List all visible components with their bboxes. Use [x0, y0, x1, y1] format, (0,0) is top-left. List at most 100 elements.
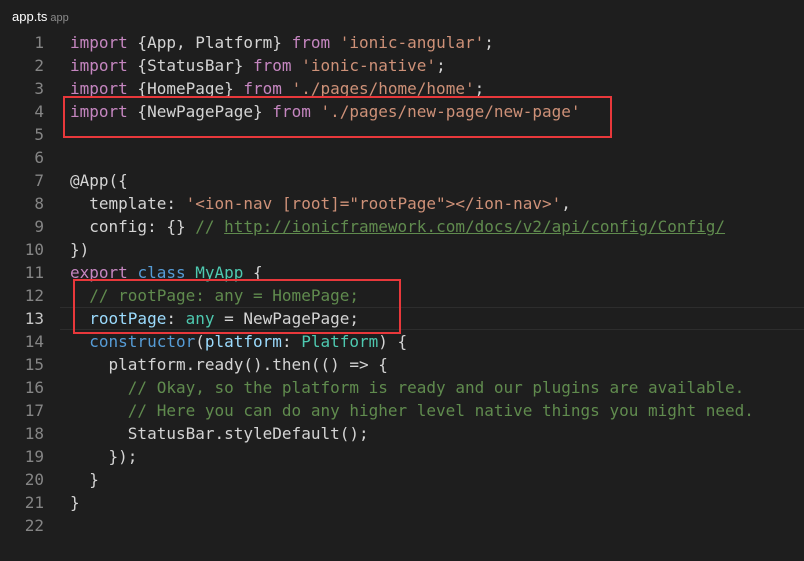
line-text: }	[70, 491, 80, 514]
line-text: });	[70, 445, 138, 468]
code-line[interactable]: 16 // Okay, so the platform is ready and…	[0, 376, 804, 399]
code-token: ,	[561, 194, 571, 213]
code-token: 'ionic-angular'	[339, 33, 485, 52]
code-token: class	[137, 263, 186, 282]
code-token: platform	[204, 332, 282, 351]
code-token: StatusBar.styleDefault();	[70, 424, 369, 443]
line-number: 7	[34, 171, 44, 190]
code-line[interactable]: 2 import {StatusBar} from 'ionic-native';	[0, 54, 804, 77]
code-token: (	[195, 332, 205, 351]
line-text: constructor(platform: Platform) {	[70, 330, 407, 353]
code-token: constructor	[89, 332, 196, 351]
line-number: 3	[34, 79, 44, 98]
editor-tab-bar: app.ts app	[0, 0, 804, 30]
code-token: '<ion-nav [root]="rootPage"></ion-nav>'	[185, 194, 562, 213]
line-text: })	[70, 238, 89, 261]
code-token: from	[272, 102, 311, 121]
code-line[interactable]: 21}	[0, 491, 804, 514]
code-line[interactable]: 6	[0, 146, 804, 169]
line-number: 18	[24, 424, 44, 443]
code-token: {NewPagePage}	[127, 102, 273, 121]
line-number: 1	[34, 33, 44, 52]
line-number: 9	[34, 217, 44, 236]
line-text: export class MyApp {	[70, 261, 263, 284]
line-text: import {App, Platform} from 'ionic-angul…	[70, 31, 494, 54]
code-line[interactable]: 8 template: '<ion-nav [root]="rootPage">…	[0, 192, 804, 215]
code-token: @App({	[70, 171, 128, 190]
code-token: // Here you can do any higher level nati…	[127, 401, 754, 420]
code-token: }	[70, 470, 99, 489]
code-token: rootPage	[89, 309, 167, 328]
code-line[interactable]: 7 @App({	[0, 169, 804, 192]
line-text: }	[70, 468, 99, 491]
code-line[interactable]: 3 import {HomePage} from './pages/home/ho…	[0, 77, 804, 100]
code-token: any	[185, 309, 215, 328]
line-number: 11	[24, 263, 44, 282]
line-number: 13	[24, 309, 44, 328]
line-text: import {StatusBar} from 'ionic-native';	[70, 54, 446, 77]
code-token: });	[70, 447, 138, 466]
code-token: {	[243, 263, 263, 282]
code-token: ) {	[378, 332, 408, 351]
code-line[interactable]: 9 config: {} // http://ionicframework.co…	[0, 215, 804, 238]
code-line[interactable]: 15 platform.ready().then(() => {	[0, 353, 804, 376]
code-line[interactable]: 14 constructor(platform: Platform) {	[0, 330, 804, 353]
code-line[interactable]: 4 import {NewPagePage} from './pages/new-…	[0, 100, 804, 123]
code-line[interactable]: 5	[0, 123, 804, 146]
code-line[interactable]: 12 // rootPage: any = HomePage;	[0, 284, 804, 307]
code-token: export	[70, 263, 128, 282]
line-number: 5	[34, 125, 44, 144]
line-text: platform.ready().then(() => {	[70, 353, 388, 376]
code-line[interactable]: 13 rootPage: any = NewPagePage;	[0, 307, 804, 330]
code-token: //	[195, 217, 225, 236]
line-number: 17	[24, 401, 44, 420]
line-text: StatusBar.styleDefault();	[70, 422, 369, 445]
code-token: ;	[484, 33, 494, 52]
line-text: // Here you can do any higher level nati…	[70, 399, 754, 422]
file-tab[interactable]: app.ts app	[12, 8, 69, 26]
line-number: 16	[24, 378, 44, 397]
tab-filename: app.ts	[12, 9, 48, 24]
code-token: from	[291, 33, 331, 52]
code-token: ;	[474, 79, 485, 98]
code-token: Platform	[301, 332, 379, 351]
code-token: './pages/new-page/new-page'	[320, 102, 581, 121]
code-editor[interactable]: app.ts app 1 import {App, Platform} from '…	[0, 0, 804, 561]
line-number: 21	[24, 493, 44, 512]
line-number: 22	[24, 516, 44, 535]
line-number: 6	[34, 148, 44, 167]
code-token: ;	[436, 56, 446, 75]
code-token: // Okay, so the platform is ready and ou…	[127, 378, 745, 397]
line-number: 2	[34, 56, 44, 75]
line-text: template: '<ion-nav [root]="rootPage"></…	[70, 192, 571, 215]
code-token: {HomePage}	[127, 79, 244, 98]
code-line[interactable]: 10})	[0, 238, 804, 261]
code-line[interactable]: 17 // Here you can do any higher level n…	[0, 399, 804, 422]
code-line[interactable]: 22	[0, 514, 804, 537]
code-line[interactable]: 19 });	[0, 445, 804, 468]
code-token: {App, Platform}	[127, 33, 292, 52]
code-area[interactable]: 1 import {App, Platform} from 'ionic-angu…	[0, 31, 804, 537]
code-line[interactable]: 18 StatusBar.styleDefault();	[0, 422, 804, 445]
line-text: config: {} // http://ionicframework.com/…	[70, 215, 725, 238]
code-token: from	[253, 56, 292, 75]
line-number: 4	[34, 102, 44, 121]
line-number: 20	[24, 470, 44, 489]
code-token: MyApp	[195, 263, 244, 282]
code-line[interactable]: 20 }	[0, 468, 804, 491]
line-number: 8	[34, 194, 44, 213]
code-token: 'ionic-native'	[301, 56, 437, 75]
code-line[interactable]: 11 export class MyApp {	[0, 261, 804, 284]
tab-description: app	[50, 12, 69, 24]
line-text: import {HomePage} from './pages/home/hom…	[70, 77, 484, 100]
code-line[interactable]: 1 import {App, Platform} from 'ionic-angu…	[0, 31, 804, 54]
code-token: {StatusBar}	[127, 56, 254, 75]
